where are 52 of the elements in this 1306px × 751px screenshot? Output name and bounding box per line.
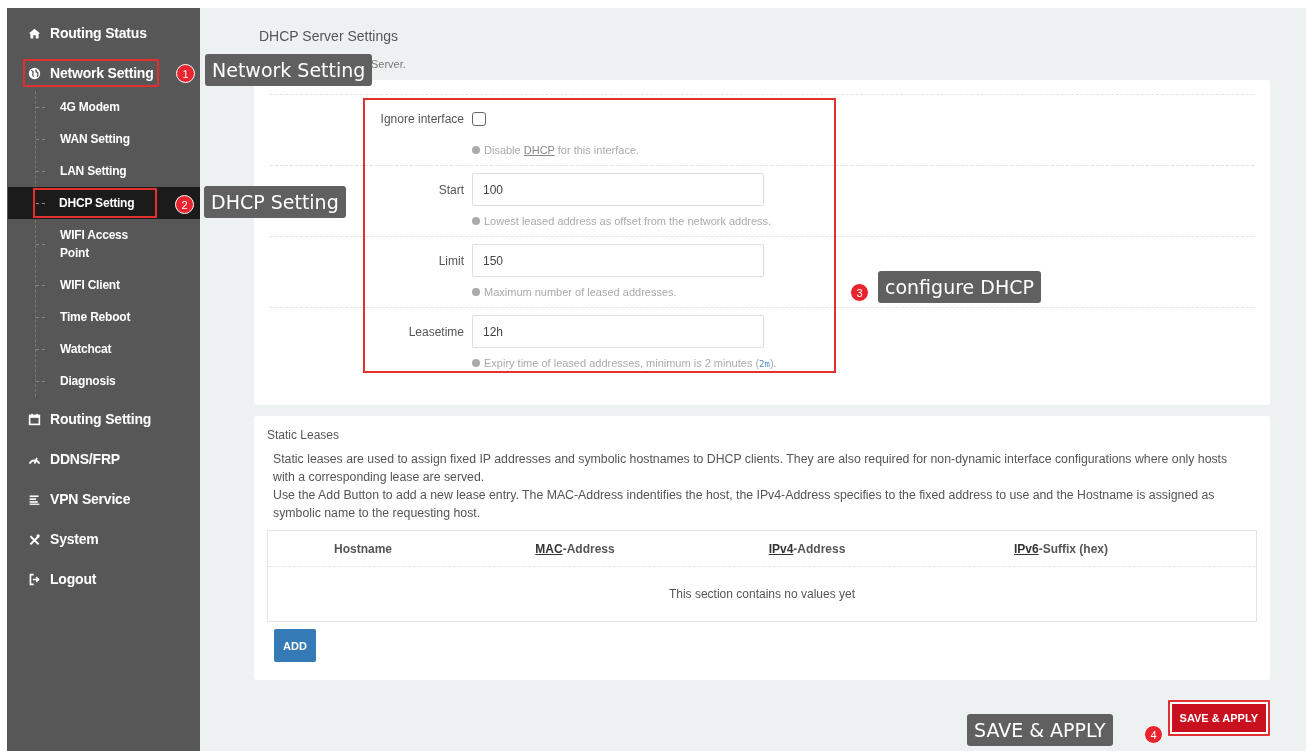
submenu-item[interactable]: WIFI Client — [45, 269, 158, 301]
help-icon — [472, 217, 480, 225]
submenu-item[interactable]: DHCP Setting — [33, 188, 157, 218]
save-apply-button[interactable]: SAVE & APPLY — [1167, 700, 1270, 736]
submenu-item[interactable]: Watchcat — [45, 333, 158, 365]
logout-icon — [28, 572, 41, 586]
field-label: Ignore interface — [379, 111, 464, 126]
globe-icon — [28, 66, 41, 80]
calendar-icon — [28, 412, 41, 426]
callout-tooltip: SAVE & APPLY — [967, 714, 1113, 746]
help-icon — [472, 288, 480, 296]
add-button[interactable]: ADD — [274, 629, 316, 662]
help-text: Lowest leased address as offset from the network address. — [484, 215, 772, 227]
callout-tooltip: Network Setting — [205, 54, 373, 86]
nav-item[interactable]: Network Setting — [23, 59, 159, 87]
checkbox[interactable] — [472, 111, 486, 126]
section-title: Static Leases — [267, 428, 341, 442]
input-field[interactable]: 12h — [472, 315, 764, 348]
field-label: Start — [437, 182, 464, 197]
empty-message: This section contains no values yet — [667, 586, 857, 603]
callout-tooltip: configure DHCP — [878, 271, 1041, 303]
column-header: IPv6-Suffix (hex) — [1014, 541, 1108, 556]
column-header: IPv4-Address — [768, 541, 846, 556]
submenu-item[interactable]: WAN Setting — [45, 123, 158, 155]
submenu-item[interactable]: LAN Setting — [45, 155, 158, 187]
input-field[interactable]: 100 — [472, 173, 764, 206]
list-icon — [28, 492, 41, 506]
help-icon — [472, 146, 480, 154]
submenu-item[interactable]: 4G Modem — [45, 91, 158, 123]
description-text: Use the Add Button to add a new lease entry. The MAC-Address indentifies the host, the IPv4-Address specifies to the fixed address to use and the Hostname is assigned as symbolic name to the requesting host. — [273, 487, 1216, 522]
nav-item[interactable]: DDNS/FRP — [23, 445, 125, 473]
home-icon — [28, 26, 41, 40]
column-header: MAC-Address — [535, 541, 615, 556]
field-label: Leasetime — [407, 324, 464, 339]
nav-item[interactable]: VPN Service — [23, 485, 136, 513]
submenu-item[interactable]: Diagnosis — [45, 365, 158, 397]
submenu-item[interactable]: WIFI Access Point — [45, 219, 158, 269]
nav-item[interactable]: Routing Setting — [23, 405, 157, 433]
field-label: Limit — [437, 253, 464, 268]
page-title: DHCP Server Settings — [258, 28, 399, 44]
nav-item[interactable]: Routing Status — [23, 19, 152, 47]
submenu-item[interactable]: Time Reboot — [45, 301, 158, 333]
column-header: Hostname — [334, 541, 392, 556]
description-text: Static leases are used to assign fixed IP addresses and symbolic hostnames to DHCP clients. They are also required for non-dynamic interface configurations where only hosts with a corresponding lease are served. — [273, 451, 1229, 486]
help-text: Maximum number of leased addresses. — [484, 286, 677, 298]
help-icon — [472, 359, 480, 367]
help-text: Disable DHCP for this interface. — [484, 144, 640, 156]
callout-tooltip: DHCP Setting — [204, 186, 346, 218]
nav-item[interactable]: System — [23, 525, 104, 553]
help-text: Expiry time of leased addresses, minimum is 2 minutes (2m). — [484, 357, 777, 369]
input-field[interactable]: 150 — [472, 244, 764, 277]
nav-item[interactable]: Logout — [23, 565, 102, 593]
